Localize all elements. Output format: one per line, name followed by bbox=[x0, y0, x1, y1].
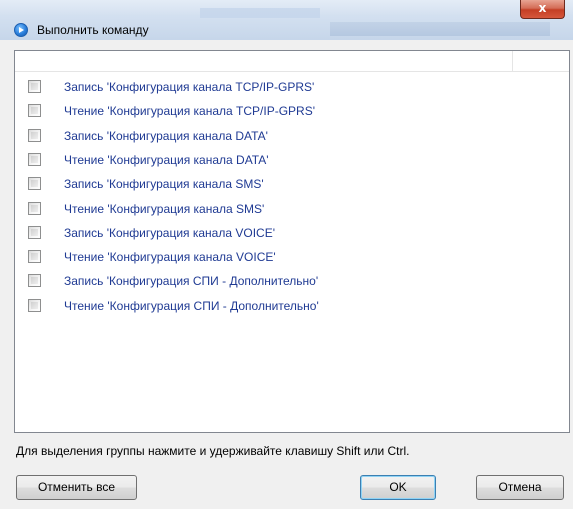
ok-button[interactable]: OK bbox=[360, 475, 436, 500]
item-checkbox[interactable] bbox=[28, 274, 41, 288]
column-separator[interactable] bbox=[512, 51, 513, 71]
item-checkbox[interactable] bbox=[28, 128, 41, 142]
background-window-blur bbox=[200, 8, 320, 18]
item-label: Запись 'Конфигурация канала DATA' bbox=[64, 128, 268, 143]
close-button[interactable]: x bbox=[520, 0, 565, 19]
item-label: Чтение 'Конфигурация СПИ - Дополнительно… bbox=[64, 298, 319, 313]
item-label: Запись 'Конфигурация канала TCP/IP-GPRS' bbox=[64, 80, 315, 94]
list-item[interactable]: Запись 'Конфигурация канала DATA' bbox=[15, 125, 515, 147]
list-item[interactable]: Запись 'Конфигурация канала TCP/IP-GPRS' bbox=[15, 76, 515, 98]
window-title: Выполнить команду bbox=[37, 23, 149, 37]
item-checkbox[interactable] bbox=[28, 225, 41, 239]
item-label: Чтение 'Конфигурация канала DATA' bbox=[64, 152, 269, 167]
item-checkbox[interactable] bbox=[28, 298, 41, 312]
item-label: Чтение 'Конфигурация канала VOICE' bbox=[64, 250, 276, 265]
item-label: Запись 'Конфигурация СПИ - Дополнительно… bbox=[64, 274, 319, 289]
list-item[interactable]: Запись 'Конфигурация СПИ - Дополнительно… bbox=[15, 270, 515, 292]
list-item[interactable]: Запись 'Конфигурация канала VOICE' bbox=[15, 222, 515, 244]
item-label: Запись 'Конфигурация канала VOICE' bbox=[64, 225, 275, 240]
item-label: Чтение 'Конфигурация канала SMS' bbox=[64, 201, 265, 216]
close-icon: x bbox=[538, 1, 547, 15]
run-command-icon bbox=[14, 23, 28, 37]
item-checkbox[interactable] bbox=[28, 104, 41, 118]
list-item[interactable]: Чтение 'Конфигурация СПИ - Дополнительно… bbox=[15, 295, 515, 317]
item-checkbox[interactable] bbox=[28, 250, 41, 264]
list-item[interactable]: Чтение 'Конфигурация канала VOICE' bbox=[15, 246, 515, 268]
item-checkbox[interactable] bbox=[28, 201, 41, 215]
list-item[interactable]: Чтение 'Конфигурация канала TCP/IP-GPRS' bbox=[15, 100, 515, 122]
background-window-blur bbox=[330, 22, 550, 36]
item-checkbox[interactable] bbox=[28, 80, 41, 93]
selection-hint: Для выделения группы нажмите и удерживай… bbox=[16, 444, 410, 458]
list-header bbox=[15, 51, 569, 72]
item-label: Запись 'Конфигурация канала SMS' bbox=[64, 177, 264, 192]
item-label: Чтение 'Конфигурация канала TCP/IP-GPRS' bbox=[64, 104, 315, 119]
command-list[interactable]: Запись 'Конфигурация канала TCP/IP-GPRS'… bbox=[14, 50, 570, 433]
item-checkbox[interactable] bbox=[28, 152, 41, 166]
list-item[interactable]: Запись 'Конфигурация канала SMS' bbox=[15, 173, 515, 195]
cancel-button[interactable]: Отмена bbox=[476, 475, 564, 500]
list-item[interactable]: Чтение 'Конфигурация канала SMS' bbox=[15, 198, 515, 220]
list-item[interactable]: Чтение 'Конфигурация канала DATA' bbox=[15, 149, 515, 171]
item-checkbox[interactable] bbox=[28, 177, 41, 191]
run-command-dialog: Выполнить команду x Запись 'Конфигурация… bbox=[0, 0, 573, 509]
deselect-all-button[interactable]: Отменить все bbox=[16, 475, 137, 500]
title-bar[interactable]: Выполнить команду x bbox=[0, 0, 573, 40]
